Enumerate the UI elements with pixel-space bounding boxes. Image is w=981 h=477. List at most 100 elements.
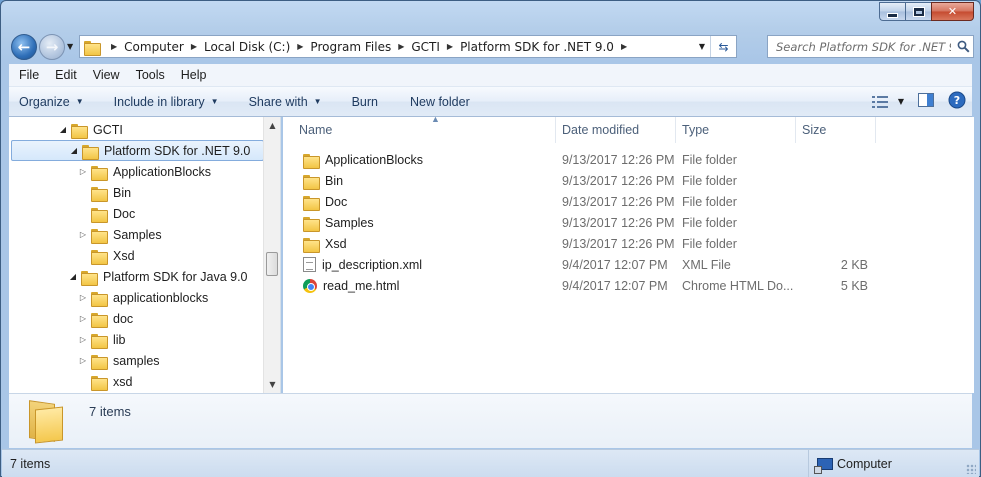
tree-item[interactable]: Xsd (77, 245, 135, 266)
tree-item[interactable]: Bin (77, 182, 131, 203)
search-icon[interactable] (953, 40, 973, 53)
chevron-right-icon[interactable]: ▶ (292, 42, 308, 51)
scroll-down-icon[interactable]: ▼ (264, 376, 280, 393)
tree-item-label: applicationblocks (113, 290, 209, 305)
menu-help[interactable]: Help (173, 68, 215, 82)
column-type[interactable]: Type (676, 117, 796, 143)
folder-icon (303, 153, 320, 169)
file-size: 2 KB (840, 257, 868, 272)
tree-item-label: samples (113, 353, 160, 368)
file-row[interactable]: Xsd 9/13/2017 12:26 PM File folder (283, 233, 974, 254)
file-name: ApplicationBlocks (325, 152, 423, 167)
breadcrumb-gcti[interactable]: GCTI (409, 40, 442, 54)
expand-icon[interactable]: ▷ (77, 167, 89, 176)
tree-item[interactable]: Doc (77, 203, 135, 224)
menu-edit[interactable]: Edit (47, 68, 85, 82)
breadcrumb-program-files[interactable]: Program Files (308, 40, 393, 54)
breadcrumb-local-disk[interactable]: Local Disk (C:) (202, 40, 292, 54)
include-in-library-button[interactable]: Include in library ▼ (104, 95, 227, 109)
folder-icon (91, 354, 108, 370)
file-date: 9/4/2017 12:07 PM (562, 257, 668, 272)
menu-tools[interactable]: Tools (128, 68, 173, 82)
chevron-right-icon[interactable]: ▶ (393, 42, 409, 51)
back-button[interactable]: ← (11, 34, 37, 60)
tree-item[interactable]: xsd (77, 371, 132, 392)
nav-scrollbar[interactable]: ▲ ▼ (263, 117, 280, 393)
file-date: 9/13/2017 12:26 PM (562, 173, 675, 188)
tree-item[interactable]: ▷ applicationblocks (77, 287, 208, 308)
tree-item[interactable]: ▷ lib (77, 329, 126, 350)
tree-item[interactable]: ▷ doc (77, 308, 133, 329)
chevron-down-icon[interactable]: ▼ (694, 42, 710, 51)
maximize-button[interactable] (905, 2, 931, 21)
file-row[interactable]: Samples 9/13/2017 12:26 PM File folder (283, 212, 974, 233)
chevron-right-icon[interactable]: ▶ (616, 42, 632, 51)
expand-icon[interactable]: ▷ (77, 356, 89, 365)
expand-icon[interactable]: ▷ (77, 293, 89, 302)
menu-view[interactable]: View (85, 68, 128, 82)
file-size: 5 KB (840, 278, 868, 293)
folder-icon (91, 165, 108, 181)
include-label: Include in library (113, 94, 205, 109)
breadcrumb-platform-sdk-net[interactable]: Platform SDK for .NET 9.0 (458, 40, 616, 54)
search-box[interactable] (767, 35, 974, 58)
arrow-left-icon: ← (17, 38, 31, 56)
file-row[interactable]: Doc 9/13/2017 12:26 PM File folder (283, 191, 974, 212)
folder-icon (71, 123, 88, 139)
expand-icon[interactable]: ▷ (77, 314, 89, 323)
view-controls: ▼ ? (871, 91, 972, 112)
chevron-right-icon[interactable]: ▶ (442, 42, 458, 51)
file-row[interactable]: read_me.html 9/4/2017 12:07 PM Chrome HTML… (283, 275, 974, 296)
tree-item[interactable]: ▷ ApplicationBlocks (77, 161, 211, 182)
change-view-button[interactable]: ▼ (871, 95, 904, 108)
new-folder-button[interactable]: New folder (400, 95, 478, 109)
folder-icon (303, 195, 320, 211)
search-input[interactable] (774, 38, 953, 55)
file-name: read_me.html (323, 278, 400, 293)
file-row[interactable]: Bin 9/13/2017 12:26 PM File folder (283, 170, 974, 191)
document-icon (303, 257, 316, 272)
folder-icon (84, 40, 101, 56)
column-date-modified[interactable]: Date modified (556, 117, 676, 143)
chevron-right-icon[interactable]: ▶ (106, 42, 122, 51)
status-item-count: 7 items (10, 456, 51, 471)
refresh-button[interactable]: ⇆ (710, 36, 736, 57)
minimize-button[interactable] (879, 2, 905, 21)
recent-pages-dropdown[interactable]: ▼ (67, 42, 73, 51)
folder-icon (91, 312, 108, 328)
column-name[interactable]: Name ▲ (293, 114, 556, 143)
organize-button[interactable]: Organize ▼ (9, 95, 92, 109)
preview-pane-button[interactable] (918, 93, 934, 110)
tree-item[interactable]: ◢ Platform SDK for Java 9.0 (67, 266, 248, 287)
menu-file[interactable]: File (11, 68, 47, 82)
breadcrumb-computer[interactable]: Computer (122, 40, 186, 54)
chevron-right-icon[interactable]: ▶ (186, 42, 202, 51)
resize-grip[interactable] (966, 464, 976, 474)
tree-item-label: Platform SDK for .NET 9.0 (104, 143, 251, 158)
share-label: Share with (248, 94, 308, 109)
help-button[interactable]: ? (948, 91, 966, 112)
tree-item[interactable]: ◢ Platform SDK for .NET 9.0 (11, 140, 264, 161)
scroll-up-icon[interactable]: ▲ (264, 117, 280, 134)
file-row[interactable]: ip_description.xml 9/4/2017 12:07 PM XML F… (283, 254, 974, 275)
share-with-button[interactable]: Share with ▼ (239, 95, 330, 109)
collapse-icon[interactable]: ◢ (68, 146, 80, 155)
forward-button[interactable]: → (39, 34, 65, 60)
column-size[interactable]: Size (796, 117, 876, 143)
folder-icon (82, 144, 99, 160)
expand-icon[interactable]: ▷ (77, 230, 89, 239)
tree-item[interactable]: ▷ Samples (77, 224, 162, 245)
address-bar[interactable]: ▶ Computer ▶ Local Disk (C:) ▶ Program F… (79, 35, 737, 58)
folder-icon (303, 237, 320, 253)
collapse-icon[interactable]: ◢ (67, 272, 79, 281)
collapse-icon[interactable]: ◢ (57, 125, 69, 134)
scrollbar-thumb[interactable] (266, 252, 278, 276)
expand-icon[interactable]: ▷ (77, 335, 89, 344)
close-button[interactable]: ✕ (931, 2, 974, 21)
navigation-pane[interactable]: ◢ GCTI ◢ Platform SDK for .NET 9.0 ▷ Applicat… (9, 117, 281, 393)
tree-item[interactable]: ◢ GCTI (57, 119, 123, 140)
file-row[interactable]: ApplicationBlocks 9/13/2017 12:26 PM File … (283, 149, 974, 170)
tree-item[interactable]: ▷ samples (77, 350, 160, 371)
burn-button[interactable]: Burn (342, 95, 386, 109)
file-type: File folder (682, 236, 737, 251)
